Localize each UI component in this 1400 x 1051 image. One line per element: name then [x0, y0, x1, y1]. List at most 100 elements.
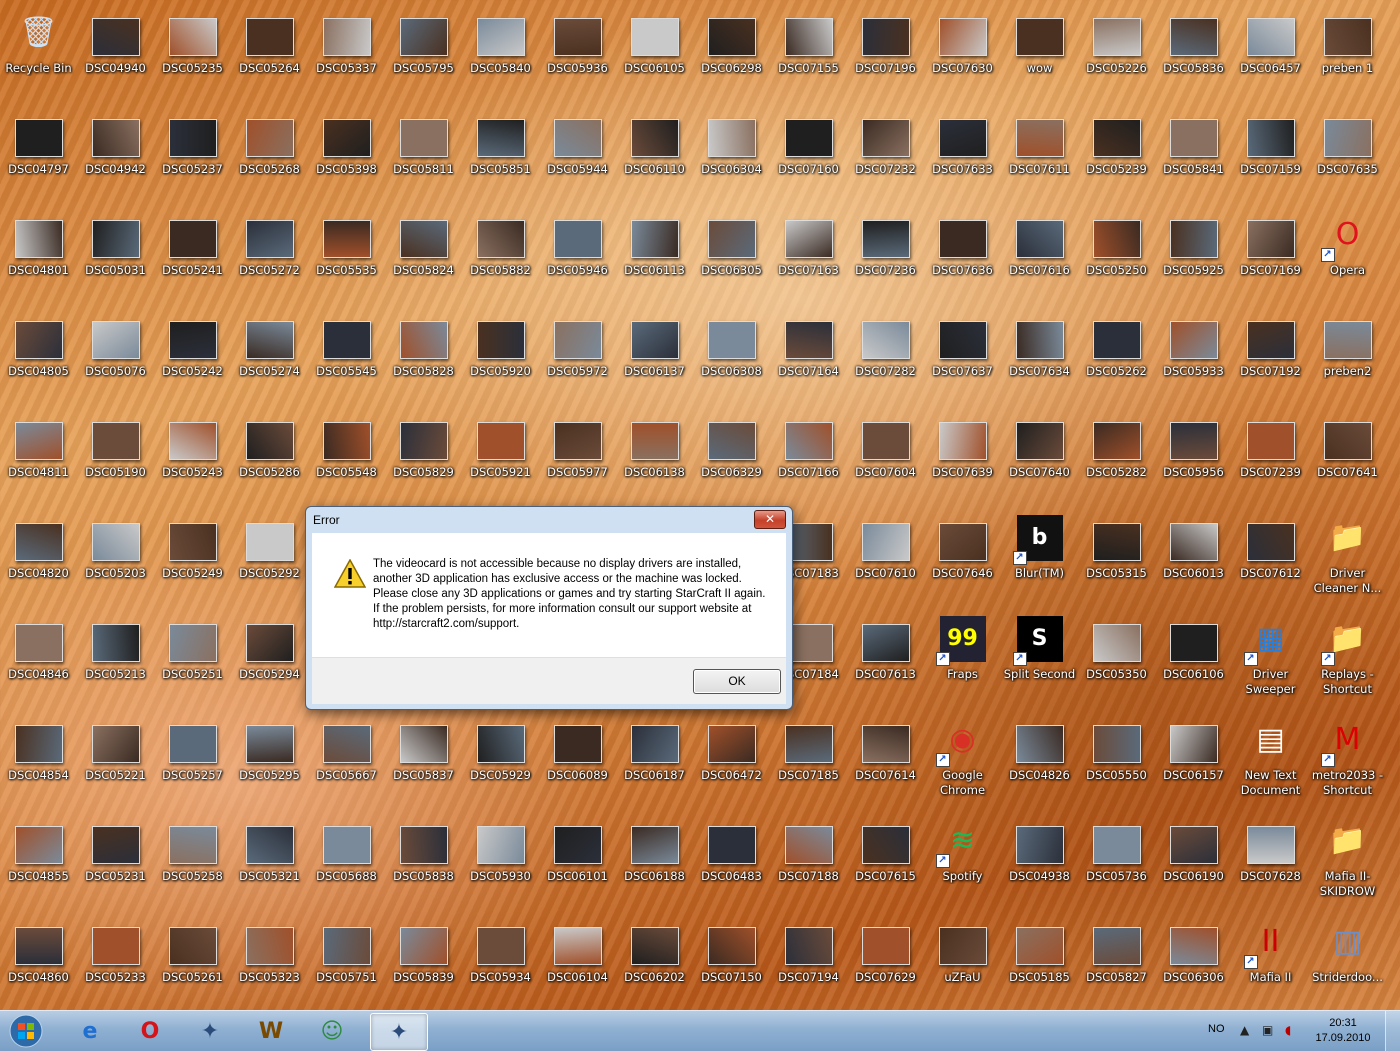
desktop-icon-striderdoo[interactable]: ▥ Striderdoo...: [1309, 911, 1386, 1011]
desktop[interactable]: 🗑 Recycle Bin DSC04940 DSC05235 DSC05264 DSC0…: [0, 0, 1400, 1010]
desktop-icon-dsc07630[interactable]: DSC07630: [924, 2, 1001, 102]
desktop-icon-dsc05934[interactable]: DSC05934: [462, 911, 539, 1011]
desktop-icon-dsc05203[interactable]: DSC05203: [77, 507, 154, 607]
desktop-icon-dsc05243[interactable]: DSC05243: [154, 406, 231, 506]
desktop-icon-dsc05282[interactable]: DSC05282: [1078, 406, 1155, 506]
desktop-icon-dsc05031[interactable]: DSC05031: [77, 204, 154, 304]
desktop-icon-dsc06298[interactable]: DSC06298: [693, 2, 770, 102]
desktop-icon-dsc07633[interactable]: DSC07633: [924, 103, 1001, 203]
desktop-icon-dsc05185[interactable]: DSC05185: [1001, 911, 1078, 1011]
desktop-icon-dsc07636[interactable]: DSC07636: [924, 204, 1001, 304]
desktop-icon-dsc05827[interactable]: DSC05827: [1078, 911, 1155, 1011]
desktop-icon-dsc07639[interactable]: DSC07639: [924, 406, 1001, 506]
desktop-icon-dsc07188[interactable]: DSC07188: [770, 810, 847, 910]
desktop-icon-dsc05841[interactable]: DSC05841: [1155, 103, 1232, 203]
desktop-icon-dsc04820[interactable]: DSC04820: [0, 507, 77, 607]
desktop-icon-dsc05257[interactable]: DSC05257: [154, 709, 231, 809]
desktop-icon-dsc05249[interactable]: DSC05249: [154, 507, 231, 607]
desktop-icon-dsc05226[interactable]: DSC05226: [1078, 2, 1155, 102]
desktop-icon-dsc07610[interactable]: DSC07610: [847, 507, 924, 607]
desktop-icon-dsc06138[interactable]: DSC06138: [616, 406, 693, 506]
desktop-icon-preben2[interactable]: preben2: [1309, 305, 1386, 405]
desktop-icon-dsc04938[interactable]: DSC04938: [1001, 810, 1078, 910]
desktop-icon-dsc05838[interactable]: DSC05838: [385, 810, 462, 910]
desktop-icon-dsc07641[interactable]: DSC07641: [1309, 406, 1386, 506]
desktop-icon-dsc06101[interactable]: DSC06101: [539, 810, 616, 910]
desktop-icon-dsc05323[interactable]: DSC05323: [231, 911, 308, 1011]
desktop-icon-dsc04811[interactable]: DSC04811: [0, 406, 77, 506]
desktop-icon-spotify[interactable]: ≋ ↗ Spotify: [924, 810, 1001, 910]
desktop-icon-dsc06137[interactable]: DSC06137: [616, 305, 693, 405]
desktop-icon-dsc07604[interactable]: DSC07604: [847, 406, 924, 506]
desktop-icon-blur-tm[interactable]: b ↗ Blur(TM): [1001, 507, 1078, 607]
desktop-icon-dsc05239[interactable]: DSC05239: [1078, 103, 1155, 203]
clock[interactable]: 20:31 17.09.2010: [1310, 1016, 1376, 1046]
desktop-icon-dsc05811[interactable]: DSC05811: [385, 103, 462, 203]
desktop-icon-dsc06105[interactable]: DSC06105: [616, 2, 693, 102]
desktop-icon-dsc05667[interactable]: DSC05667: [308, 709, 385, 809]
desktop-icon-dsc06190[interactable]: DSC06190: [1155, 810, 1232, 910]
desktop-icon-dsc07615[interactable]: DSC07615: [847, 810, 924, 910]
desktop-icon-dsc07239[interactable]: DSC07239: [1232, 406, 1309, 506]
desktop-icon-dsc05261[interactable]: DSC05261: [154, 911, 231, 1011]
desktop-icon-dsc05828[interactable]: DSC05828: [385, 305, 462, 405]
desktop-icon-dsc05321[interactable]: DSC05321: [231, 810, 308, 910]
desktop-icon-dsc05231[interactable]: DSC05231: [77, 810, 154, 910]
taskbar-windows-live-messenger-button[interactable]: ☺: [304, 1013, 360, 1049]
dialog-close-button[interactable]: ✕: [754, 510, 786, 529]
desktop-icon-dsc07169[interactable]: DSC07169: [1232, 204, 1309, 304]
desktop-icon-dsc05262[interactable]: DSC05262: [1078, 305, 1155, 405]
desktop-icon-dsc07628[interactable]: DSC07628: [1232, 810, 1309, 910]
desktop-icon-dsc07646[interactable]: DSC07646: [924, 507, 1001, 607]
desktop-icon-dsc05851[interactable]: DSC05851: [462, 103, 539, 203]
desktop-icon-google-chrome[interactable]: ◉ ↗ Google Chrome: [924, 709, 1001, 809]
desktop-icon-dsc05250[interactable]: DSC05250: [1078, 204, 1155, 304]
desktop-icon-dsc06113[interactable]: DSC06113: [616, 204, 693, 304]
desktop-icon-fraps[interactable]: 99 ↗ Fraps: [924, 608, 1001, 708]
desktop-icon-driver-sweeper[interactable]: ▦ ↗ Driver Sweeper: [1232, 608, 1309, 708]
desktop-icon-dsc05398[interactable]: DSC05398: [308, 103, 385, 203]
desktop-icon-dsc05944[interactable]: DSC05944: [539, 103, 616, 203]
desktop-icon-dsc05929[interactable]: DSC05929: [462, 709, 539, 809]
desktop-icon-dsc05751[interactable]: DSC05751: [308, 911, 385, 1011]
desktop-icon-dsc05930[interactable]: DSC05930: [462, 810, 539, 910]
desktop-icon-uzfau[interactable]: uZFaU: [924, 911, 1001, 1011]
desktop-icon-dsc07196[interactable]: DSC07196: [847, 2, 924, 102]
desktop-icon-dsc07236[interactable]: DSC07236: [847, 204, 924, 304]
desktop-icon-dsc05268[interactable]: DSC05268: [231, 103, 308, 203]
desktop-icon-dsc04846[interactable]: DSC04846: [0, 608, 77, 708]
desktop-icon-dsc07164[interactable]: DSC07164: [770, 305, 847, 405]
desktop-icon-dsc05350[interactable]: DSC05350: [1078, 608, 1155, 708]
desktop-icon-dsc07614[interactable]: DSC07614: [847, 709, 924, 809]
desktop-icon-dsc05972[interactable]: DSC05972: [539, 305, 616, 405]
desktop-icon-dsc05315[interactable]: DSC05315: [1078, 507, 1155, 607]
desktop-icon-dsc04942[interactable]: DSC04942: [77, 103, 154, 203]
desktop-icon-recycle-bin[interactable]: 🗑 Recycle Bin: [0, 2, 77, 102]
desktop-icon-dsc05241[interactable]: DSC05241: [154, 204, 231, 304]
desktop-icon-dsc05295[interactable]: DSC05295: [231, 709, 308, 809]
desktop-icon-dsc06013[interactable]: DSC06013: [1155, 507, 1232, 607]
desktop-icon-dsc06089[interactable]: DSC06089: [539, 709, 616, 809]
taskbar-opera-button[interactable]: O: [122, 1013, 178, 1049]
dialog-titlebar[interactable]: Error ✕: [306, 507, 792, 533]
desktop-icon-dsc05839[interactable]: DSC05839: [385, 911, 462, 1011]
desktop-icon-dsc07150[interactable]: DSC07150: [693, 911, 770, 1011]
desktop-icon-dsc04855[interactable]: DSC04855: [0, 810, 77, 910]
desktop-icon-dsc05840[interactable]: DSC05840: [462, 2, 539, 102]
desktop-icon-dsc07635[interactable]: DSC07635: [1309, 103, 1386, 203]
desktop-icon-preben-1[interactable]: preben 1: [1309, 2, 1386, 102]
network-icon[interactable]: ▣: [1262, 1023, 1273, 1037]
desktop-icon-dsc06188[interactable]: DSC06188: [616, 810, 693, 910]
desktop-icon-dsc05535[interactable]: DSC05535: [308, 204, 385, 304]
volume-muted-icon[interactable]: ◖: [1285, 1023, 1291, 1037]
desktop-icon-dsc07612[interactable]: DSC07612: [1232, 507, 1309, 607]
taskbar-starcraft-ii-running-button[interactable]: ✦: [370, 1013, 428, 1051]
desktop-icon-driver-cleaner-n[interactable]: 📁 Driver Cleaner N...: [1309, 507, 1386, 607]
desktop-icon-dsc07616[interactable]: DSC07616: [1001, 204, 1078, 304]
desktop-icon-dsc07637[interactable]: DSC07637: [924, 305, 1001, 405]
desktop-icon-mafia-ii-skidrow[interactable]: 📁 Mafia II-SKIDROW: [1309, 810, 1386, 910]
desktop-icon-dsc05286[interactable]: DSC05286: [231, 406, 308, 506]
desktop-icon-dsc05956[interactable]: DSC05956: [1155, 406, 1232, 506]
desktop-icon-dsc05233[interactable]: DSC05233: [77, 911, 154, 1011]
desktop-icon-dsc06329[interactable]: DSC06329: [693, 406, 770, 506]
